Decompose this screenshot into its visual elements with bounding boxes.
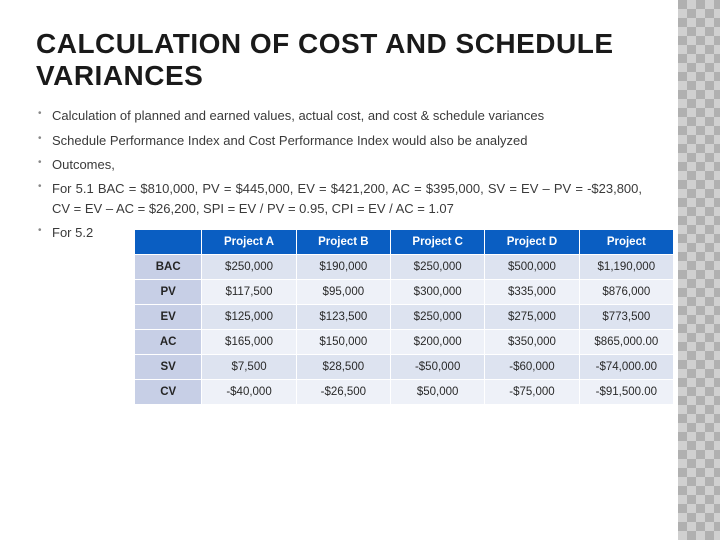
table-cell: -$26,500 — [296, 380, 390, 405]
table-cell: $125,000 — [202, 305, 296, 330]
row-label: EV — [135, 305, 202, 330]
table-cell: -$75,000 — [485, 380, 579, 405]
data-table-wrap: Project A Project B Project C Project D … — [134, 229, 674, 405]
table-cell: $190,000 — [296, 255, 390, 280]
table-cell: $250,000 — [202, 255, 296, 280]
table-cell: $335,000 — [485, 280, 579, 305]
table-cell: -$74,000.00 — [579, 355, 673, 380]
table-cell: $50,000 — [391, 380, 485, 405]
table-cell: $200,000 — [391, 330, 485, 355]
table-row: EV $125,000 $123,500 $250,000 $275,000 $… — [135, 305, 674, 330]
table-cell: -$40,000 — [202, 380, 296, 405]
table-cell: -$91,500.00 — [579, 380, 673, 405]
table-cell: $876,000 — [579, 280, 673, 305]
table-cell: $275,000 — [485, 305, 579, 330]
bullet-item: Calculation of planned and earned values… — [36, 106, 642, 126]
table-cell: $300,000 — [391, 280, 485, 305]
table-cell: $150,000 — [296, 330, 390, 355]
decorative-strip — [678, 0, 720, 540]
table-cell: $117,500 — [202, 280, 296, 305]
bullet-item: Schedule Performance Index and Cost Perf… — [36, 131, 642, 151]
table-cell: $250,000 — [391, 255, 485, 280]
table-cell: $773,500 — [579, 305, 673, 330]
table-cell: $865,000.00 — [579, 330, 673, 355]
row-label: PV — [135, 280, 202, 305]
table-cell: $350,000 — [485, 330, 579, 355]
table-row: CV -$40,000 -$26,500 $50,000 -$75,000 -$… — [135, 380, 674, 405]
bullet-item: Outcomes, — [36, 155, 642, 175]
table-row: AC $165,000 $150,000 $200,000 $350,000 $… — [135, 330, 674, 355]
table-row: PV $117,500 $95,000 $300,000 $335,000 $8… — [135, 280, 674, 305]
table-cell: -$60,000 — [485, 355, 579, 380]
table-cell: $1,190,000 — [579, 255, 673, 280]
table-cell: $7,500 — [202, 355, 296, 380]
table-cell: $28,500 — [296, 355, 390, 380]
table-cell: -$50,000 — [391, 355, 485, 380]
table-cell: $250,000 — [391, 305, 485, 330]
table-row: BAC $250,000 $190,000 $250,000 $500,000 … — [135, 255, 674, 280]
variance-table: Project A Project B Project C Project D … — [134, 229, 674, 405]
bullet-item: For 5.1 BAC = $810,000, PV = $445,000, E… — [36, 179, 642, 219]
page-title: CALCULATION OF COST AND SCHEDULE VARIANC… — [36, 28, 642, 92]
row-label: AC — [135, 330, 202, 355]
bullet-item: For 5.2 — [36, 223, 642, 243]
table-cell: $123,500 — [296, 305, 390, 330]
slide-content: CALCULATION OF COST AND SCHEDULE VARIANC… — [0, 0, 678, 540]
bullet-list: Calculation of planned and earned values… — [36, 106, 642, 243]
row-label: BAC — [135, 255, 202, 280]
row-label: CV — [135, 380, 202, 405]
table-cell: $165,000 — [202, 330, 296, 355]
table-row: SV $7,500 $28,500 -$50,000 -$60,000 -$74… — [135, 355, 674, 380]
table-cell: $500,000 — [485, 255, 579, 280]
row-label: SV — [135, 355, 202, 380]
table-cell: $95,000 — [296, 280, 390, 305]
